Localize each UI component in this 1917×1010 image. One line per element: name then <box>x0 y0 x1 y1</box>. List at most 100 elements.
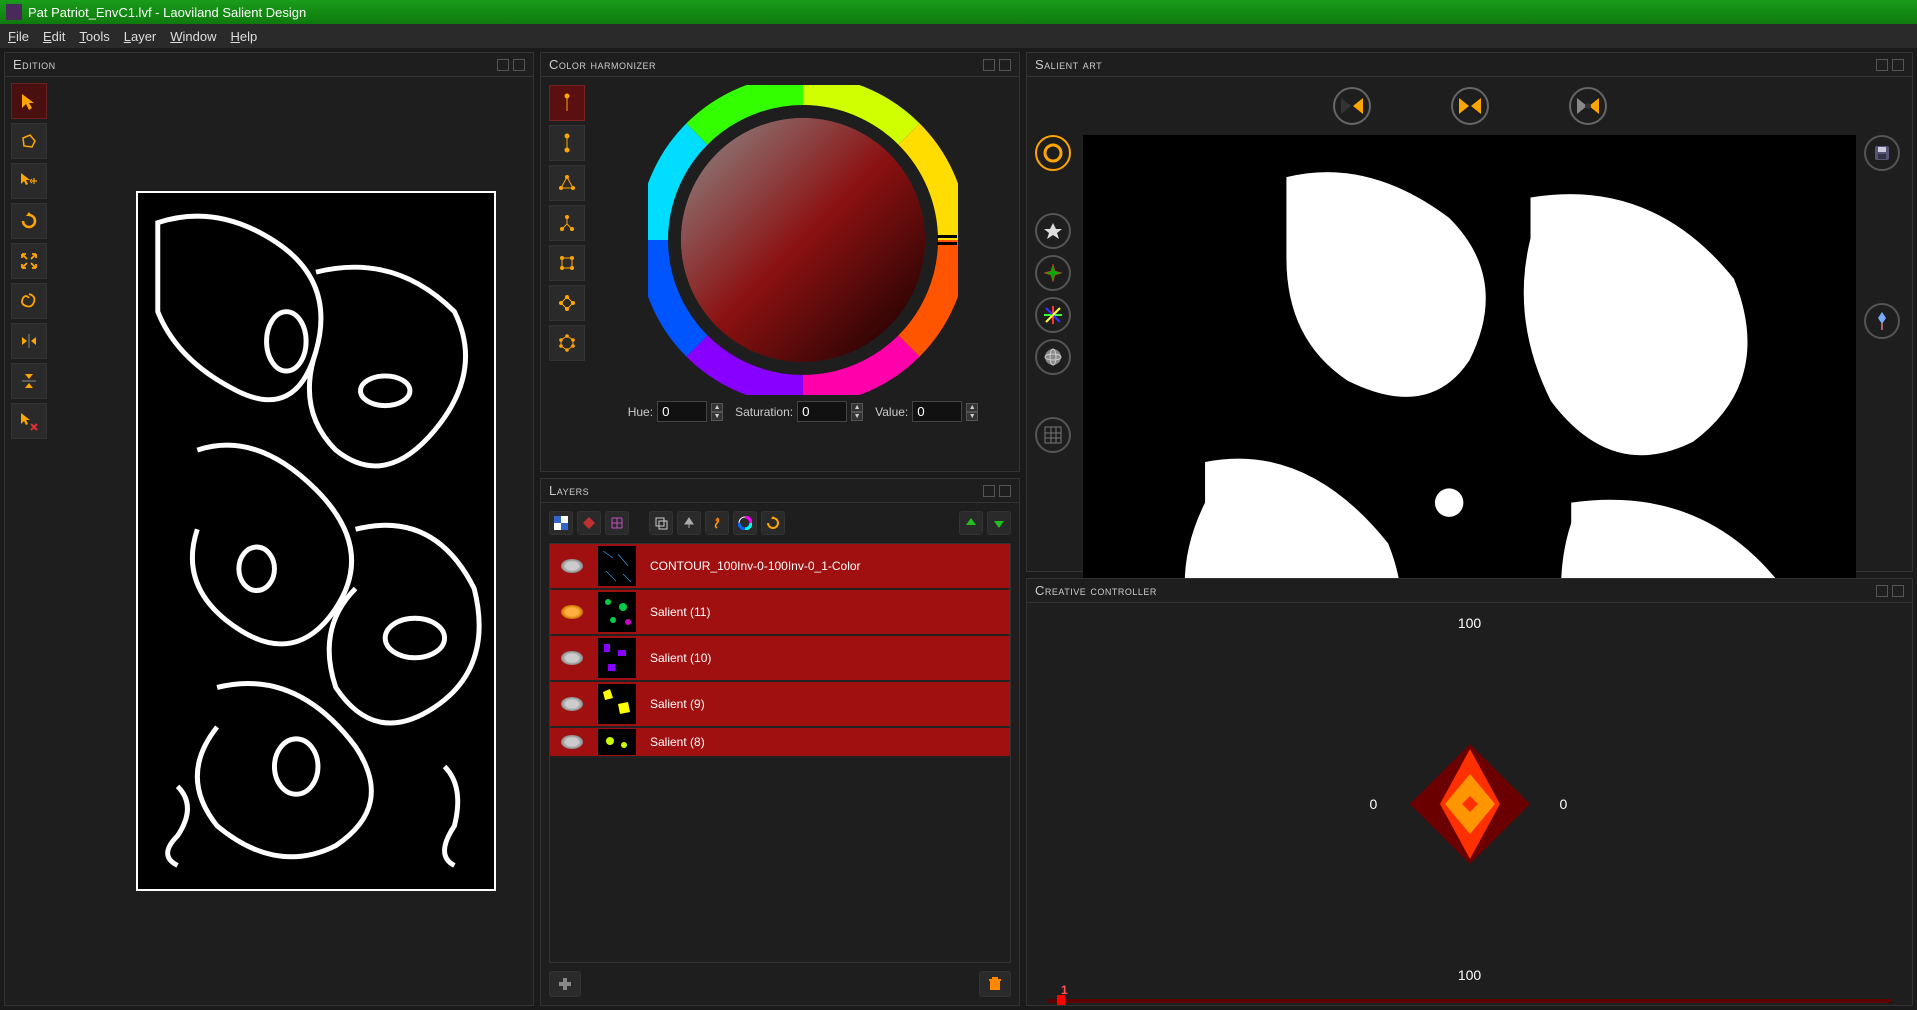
bowtie-mode-1-button[interactable] <box>1333 87 1371 125</box>
salient-save-button[interactable] <box>1864 135 1900 171</box>
layers-title: Layers <box>549 483 589 498</box>
edition-panel: Edition <box>4 52 534 1006</box>
salient-ring-button[interactable] <box>1035 135 1071 171</box>
salient-star4-button[interactable] <box>1035 255 1071 291</box>
hue-input[interactable] <box>657 401 707 422</box>
flip-h-tool[interactable] <box>11 323 47 359</box>
layers-list[interactable]: CONTOUR_100Inv-0-100Inv-0_1-Color Salien… <box>549 543 1011 963</box>
val-up[interactable]: ▲ <box>966 403 978 412</box>
panel-undock-icon[interactable] <box>1876 585 1888 597</box>
bowtie-mode-3-button[interactable] <box>1569 87 1607 125</box>
flip-v-tool[interactable] <box>11 363 47 399</box>
salient-art-title: Salient art <box>1035 57 1102 72</box>
hue-label: Hue: <box>628 405 653 419</box>
layer-name: Salient (9) <box>640 697 1010 711</box>
color-harmonizer-title: Color harmonizer <box>549 57 656 72</box>
panel-undock-icon[interactable] <box>1876 59 1888 71</box>
layer-shape-button[interactable] <box>577 511 601 535</box>
harmony-hex-button[interactable] <box>549 325 585 361</box>
layer-row[interactable]: Salient (11) <box>550 590 1010 636</box>
salient-star-button[interactable] <box>1035 213 1071 249</box>
layer-refresh-button[interactable] <box>761 511 785 535</box>
menu-edit[interactable]: Edit <box>43 29 65 44</box>
menu-layer[interactable]: Layer <box>124 29 157 44</box>
value-input[interactable] <box>912 401 962 422</box>
harmony-split-button[interactable] <box>549 205 585 241</box>
menu-file[interactable]: File <box>8 29 29 44</box>
panel-close-icon[interactable] <box>999 59 1011 71</box>
saturation-input[interactable] <box>797 401 847 422</box>
move-tool[interactable] <box>11 163 47 199</box>
layer-delete-button[interactable] <box>979 971 1011 997</box>
window-title: Pat Patriot_EnvC1.lvf - Laoviland Salien… <box>28 5 306 20</box>
harmony-complementary-button[interactable] <box>549 125 585 161</box>
harmony-analogous-button[interactable] <box>549 285 585 321</box>
layer-color-button[interactable] <box>733 511 757 535</box>
layers-panel: Layers <box>540 478 1020 1006</box>
layer-move-down-button[interactable] <box>987 511 1011 535</box>
edition-canvas[interactable] <box>105 83 527 999</box>
swirl-tool[interactable] <box>11 283 47 319</box>
layer-visibility-toggle[interactable] <box>550 697 594 711</box>
val-down[interactable]: ▼ <box>966 412 978 421</box>
harmony-square-button[interactable] <box>549 245 585 281</box>
delete-tool[interactable] <box>11 403 47 439</box>
sat-up[interactable]: ▲ <box>851 403 863 412</box>
salient-starburst-button[interactable] <box>1035 297 1071 333</box>
layer-fx-button[interactable] <box>705 511 729 535</box>
controller-slider-value: 1 <box>1061 983 1068 997</box>
layer-visibility-toggle[interactable] <box>550 559 594 573</box>
hue-down[interactable]: ▼ <box>711 412 723 421</box>
salient-grid-button[interactable] <box>1035 417 1071 453</box>
panel-undock-icon[interactable] <box>497 59 509 71</box>
rotate-tool[interactable] <box>11 203 47 239</box>
panel-undock-icon[interactable] <box>983 485 995 497</box>
panel-close-icon[interactable] <box>1892 585 1904 597</box>
hue-up[interactable]: ▲ <box>711 403 723 412</box>
polygon-tool[interactable] <box>11 123 47 159</box>
salient-brush-button[interactable] <box>1864 303 1900 339</box>
harmony-single-button[interactable] <box>549 85 585 121</box>
layer-visibility-toggle[interactable] <box>550 651 594 665</box>
salient-globe-button[interactable] <box>1035 339 1071 375</box>
controller-slider[interactable] <box>1047 999 1892 1003</box>
layer-visibility-toggle[interactable] <box>550 735 594 749</box>
menu-tools[interactable]: Tools <box>79 29 109 44</box>
creative-controller-pad[interactable]: 100 0 0 100 1 <box>1027 603 1912 1005</box>
layer-row[interactable]: Salient (9) <box>550 682 1010 728</box>
layer-checker-button[interactable] <box>549 511 573 535</box>
pointer-tool[interactable] <box>11 83 47 119</box>
layer-move-up-button[interactable] <box>959 511 983 535</box>
panel-close-icon[interactable] <box>1892 59 1904 71</box>
value-label: Value: <box>875 405 908 419</box>
layer-add-button[interactable] <box>549 971 581 997</box>
menu-window[interactable]: Window <box>170 29 216 44</box>
panel-close-icon[interactable] <box>999 485 1011 497</box>
layer-name: CONTOUR_100Inv-0-100Inv-0_1-Color <box>640 559 1010 573</box>
scale-tool[interactable] <box>11 243 47 279</box>
creative-controller-panel: Creative controller 100 0 0 100 <box>1026 578 1913 1006</box>
panel-close-icon[interactable] <box>513 59 525 71</box>
layer-name: Salient (11) <box>640 605 1010 619</box>
color-wheel[interactable] <box>648 85 958 395</box>
controller-right-label: 0 <box>1560 796 1568 812</box>
sat-down[interactable]: ▼ <box>851 412 863 421</box>
layer-row[interactable]: Salient (10) <box>550 636 1010 682</box>
menu-help[interactable]: Help <box>231 29 258 44</box>
salient-art-panel: Salient art <box>1026 52 1913 572</box>
controller-diamond-icon <box>1400 734 1540 874</box>
layer-duplicate-button[interactable] <box>649 511 673 535</box>
panel-undock-icon[interactable] <box>983 59 995 71</box>
layer-row[interactable]: CONTOUR_100Inv-0-100Inv-0_1-Color <box>550 544 1010 590</box>
app-icon <box>6 4 22 20</box>
layer-thumbnail <box>598 638 636 678</box>
layer-row[interactable]: Salient (8) <box>550 728 1010 758</box>
layer-merge-button[interactable] <box>677 511 701 535</box>
saturation-label: Saturation: <box>735 405 793 419</box>
bowtie-mode-2-button[interactable] <box>1451 87 1489 125</box>
layer-grid-button[interactable] <box>605 511 629 535</box>
creative-controller-title: Creative controller <box>1035 583 1157 598</box>
harmony-triad-button[interactable] <box>549 165 585 201</box>
color-harmonizer-panel: Color harmonizer <box>540 52 1020 472</box>
layer-visibility-toggle[interactable] <box>550 605 594 619</box>
